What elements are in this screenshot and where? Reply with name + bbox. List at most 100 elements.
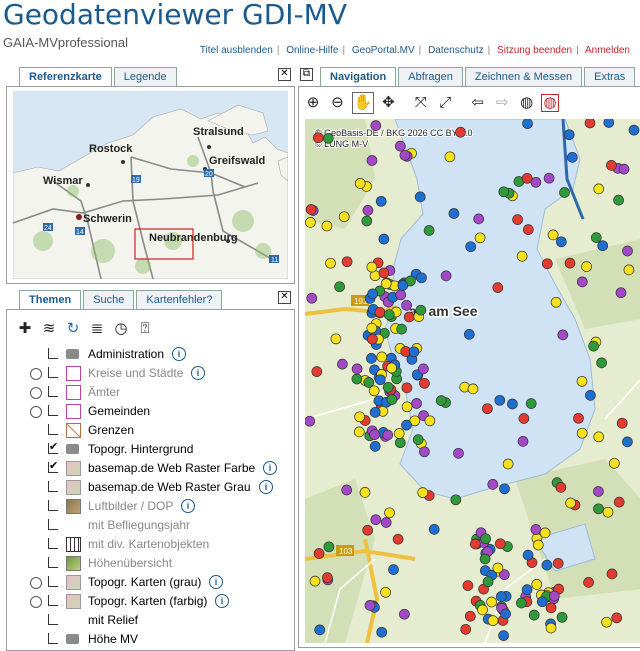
poi-marker[interactable] — [382, 381, 394, 393]
poi-marker[interactable] — [359, 487, 371, 498]
poi-marker[interactable] — [395, 289, 407, 301]
link-online-help[interactable]: Online-Hilfe — [286, 45, 338, 56]
poi-marker[interactable] — [408, 346, 420, 358]
poi-marker[interactable] — [334, 281, 345, 293]
poi-marker[interactable] — [480, 533, 491, 545]
info-icon[interactable]: i — [172, 347, 186, 361]
poi-marker[interactable] — [576, 276, 588, 288]
link-end-session[interactable]: Sitzung beenden — [497, 45, 572, 56]
poi-marker[interactable] — [401, 401, 413, 413]
poi-marker[interactable] — [435, 395, 447, 406]
poi-marker[interactable] — [305, 204, 317, 215]
checkbox[interactable] — [48, 538, 58, 549]
zoom-full-icon[interactable]: ⤧ — [411, 93, 431, 113]
layer-row[interactable]: mit Befliegungsjahr — [28, 517, 293, 536]
overview-map[interactable]: Stralsund Rostock Greifswald Wismar Schw… — [13, 91, 288, 279]
checkbox[interactable] — [48, 519, 58, 530]
zoom-in-icon[interactable]: ⊕ — [303, 93, 323, 113]
poi-marker[interactable] — [507, 398, 518, 410]
radio-button[interactable] — [30, 387, 42, 399]
layer-label[interactable]: mit div. Kartenobjekten — [88, 537, 209, 551]
layer-label[interactable]: Topogr. Karten (grau) — [88, 575, 201, 589]
poi-marker[interactable] — [424, 415, 436, 427]
poi-marker[interactable] — [521, 172, 533, 184]
poi-marker[interactable] — [498, 186, 510, 198]
layer-label[interactable]: Administration — [88, 347, 164, 361]
poi-marker[interactable] — [440, 270, 452, 282]
poi-marker[interactable] — [341, 256, 353, 268]
poi-marker[interactable] — [388, 564, 399, 575]
poi-marker[interactable] — [453, 447, 464, 459]
poi-marker[interactable] — [597, 240, 609, 252]
poi-marker[interactable] — [362, 524, 374, 536]
poi-marker[interactable] — [573, 412, 584, 424]
layer-row[interactable]: Luftbilder / DOP i — [28, 498, 293, 517]
layer-label[interactable]: Topogr. Karten (farbig) — [88, 594, 207, 608]
poi-marker[interactable] — [380, 517, 392, 528]
poi-marker[interactable] — [322, 132, 334, 144]
poi-marker[interactable] — [559, 187, 570, 198]
poi-marker[interactable] — [543, 172, 555, 184]
poi-marker[interactable] — [628, 124, 640, 136]
poi-marker[interactable] — [512, 214, 523, 225]
poi-marker[interactable] — [380, 278, 392, 290]
poi-marker[interactable] — [396, 323, 407, 335]
poi-marker[interactable] — [467, 383, 479, 395]
poi-marker[interactable] — [353, 426, 365, 438]
poi-marker[interactable] — [482, 403, 493, 415]
checkbox[interactable] — [48, 405, 58, 416]
poi-marker[interactable] — [482, 576, 494, 588]
poi-marker[interactable] — [593, 183, 605, 195]
poi-marker[interactable] — [305, 415, 316, 427]
tab-extras[interactable]: Extras — [584, 67, 636, 87]
poi-marker[interactable] — [338, 211, 350, 223]
poi-marker[interactable] — [380, 586, 391, 598]
poi-marker[interactable] — [351, 363, 363, 375]
poi-marker[interactable] — [487, 615, 499, 626]
poi-marker[interactable] — [397, 280, 409, 291]
poi-marker[interactable] — [378, 233, 390, 245]
poi-marker[interactable] — [351, 373, 363, 385]
poi-marker[interactable] — [616, 417, 628, 429]
poi-marker[interactable] — [548, 590, 560, 602]
poi-marker[interactable] — [414, 191, 426, 203]
info-icon[interactable]: i — [191, 366, 205, 380]
poi-marker[interactable] — [474, 232, 486, 244]
poi-marker[interactable] — [622, 436, 633, 448]
poi-marker[interactable] — [530, 524, 542, 535]
poi-marker[interactable] — [541, 258, 553, 270]
poi-marker[interactable] — [369, 429, 380, 440]
globe-info-icon[interactable]: ◍ — [541, 94, 560, 112]
poi-marker[interactable] — [325, 257, 336, 269]
layer-row[interactable]: ✔ basemap.de Web Raster Farbe i — [28, 460, 293, 479]
poi-marker[interactable] — [309, 575, 321, 587]
poi-marker[interactable] — [415, 304, 427, 316]
poi-marker[interactable] — [517, 436, 529, 447]
clock-icon[interactable]: ◷ — [111, 319, 131, 339]
poi-marker[interactable] — [450, 494, 462, 506]
back-arrow-icon[interactable]: ⇦ — [468, 93, 488, 113]
poi-marker[interactable] — [370, 120, 382, 131]
poi-marker[interactable] — [525, 398, 537, 409]
poi-marker[interactable] — [495, 591, 507, 602]
checkbox[interactable] — [48, 481, 58, 492]
poi-marker[interactable] — [367, 333, 378, 345]
poi-marker[interactable] — [463, 329, 475, 340]
poi-marker[interactable] — [603, 119, 615, 128]
poi-marker[interactable] — [465, 241, 477, 253]
poi-marker[interactable] — [516, 250, 528, 262]
layer-row[interactable]: basemap.de Web Raster Grau i — [28, 479, 293, 498]
poi-marker[interactable] — [613, 194, 624, 206]
checked-checkbox[interactable]: ✔ — [48, 442, 58, 454]
poi-marker[interactable] — [469, 538, 481, 550]
info-icon[interactable]: i — [209, 575, 223, 589]
poi-marker[interactable] — [555, 482, 567, 493]
layer-label[interactable]: Höhenübersicht — [88, 556, 172, 570]
poi-marker[interactable] — [547, 229, 559, 241]
poi-marker[interactable] — [383, 309, 395, 321]
poi-marker[interactable] — [455, 126, 466, 138]
poi-marker[interactable] — [583, 577, 594, 588]
poi-marker[interactable] — [417, 487, 429, 498]
layer-label[interactable]: Luftbilder / DOP — [88, 499, 173, 513]
close-icon[interactable]: ✕ — [278, 68, 291, 81]
